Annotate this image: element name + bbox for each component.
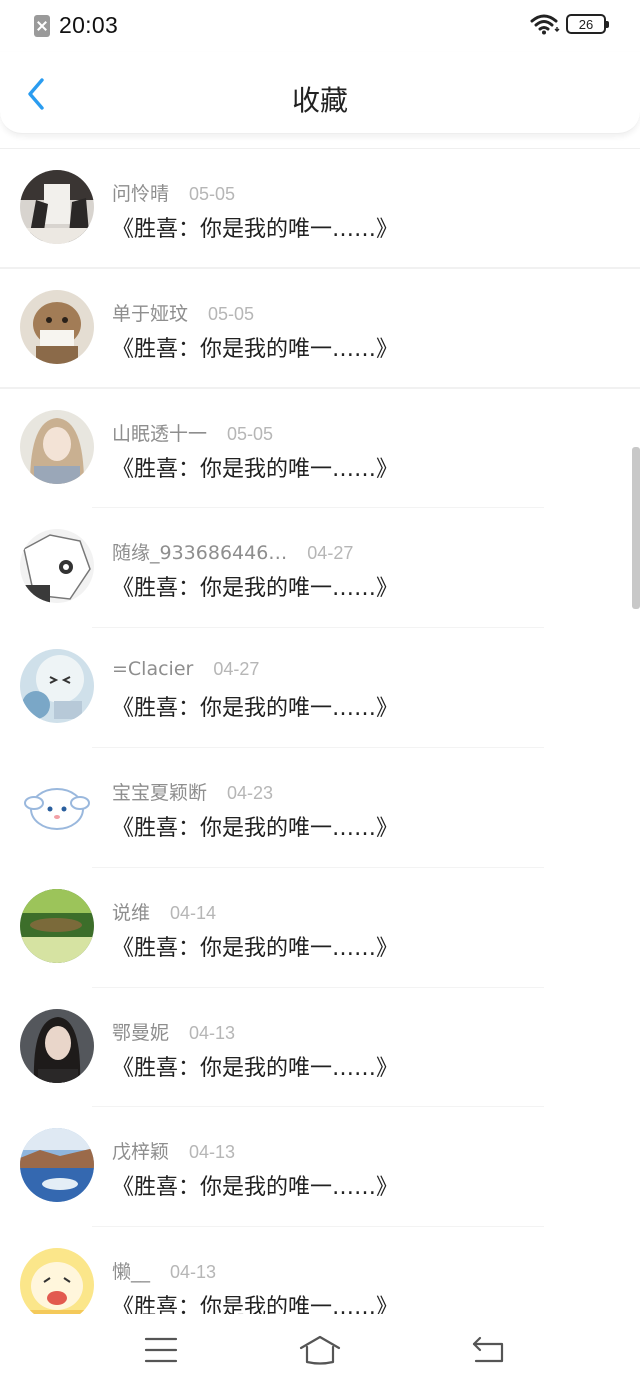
list-item[interactable]: 懒__ 04-13 《胜喜：你是我的唯一……》	[0, 1227, 640, 1314]
home-icon	[299, 1335, 341, 1365]
item-title: 《胜喜：你是我的唯一……》	[112, 456, 399, 482]
notification-close-icon	[34, 14, 50, 37]
item-title: 《胜喜：你是我的唯一……》	[112, 336, 399, 362]
post-date: 04-13	[170, 1262, 217, 1283]
avatar[interactable]	[20, 529, 94, 604]
item-title: 《胜喜：你是我的唯一……》	[112, 1295, 399, 1314]
username: 山眠透十一	[112, 422, 208, 445]
item-title: 《胜喜：你是我的唯一……》	[112, 1175, 399, 1201]
avatar[interactable]	[20, 409, 94, 484]
back-icon	[472, 1336, 504, 1363]
home-button[interactable]	[298, 1334, 342, 1366]
list-item[interactable]: =Clacier 04-27 《胜喜：你是我的唯一……》	[0, 628, 640, 748]
post-date: 04-23	[227, 782, 274, 803]
item-meta: 戊梓颖 04-13	[112, 1137, 235, 1164]
favorites-list: 问怜晴 05-05 《胜喜：你是我的唯一……》 单于娅玟 05-05 《胜喜：你…	[0, 148, 640, 1314]
status-time: 20:03	[59, 12, 119, 38]
username: 说维	[112, 901, 151, 924]
avatar[interactable]	[20, 888, 94, 963]
username: 随缘_933686446…	[112, 542, 288, 565]
avatar[interactable]	[20, 649, 94, 724]
list-item[interactable]: 鄂曼妮 04-13 《胜喜：你是我的唯一……》	[0, 988, 640, 1108]
post-date: 04-27	[307, 543, 354, 564]
post-date: 05-05	[227, 423, 274, 444]
wifi-icon	[530, 14, 560, 35]
item-title: 《胜喜：你是我的唯一……》	[112, 217, 399, 242]
battery-icon: 26	[566, 14, 609, 34]
avatar[interactable]	[20, 1008, 94, 1083]
username: 戊梓颖	[112, 1141, 170, 1164]
scrollbar[interactable]	[632, 447, 640, 609]
item-meta: 随缘_933686446… 04-27	[112, 538, 353, 565]
list-item[interactable]: 山眠透十一 05-05 《胜喜：你是我的唯一……》	[0, 389, 640, 509]
username: 鄂曼妮	[112, 1021, 170, 1044]
avatar[interactable]	[20, 768, 94, 843]
battery-level: 26	[578, 16, 594, 32]
list-item[interactable]: 说维 04-14 《胜喜：你是我的唯一……》	[0, 868, 640, 988]
item-title: 《胜喜：你是我的唯一……》	[112, 696, 399, 722]
item-title: 《胜喜：你是我的唯一……》	[112, 576, 399, 602]
item-meta: 鄂曼妮 04-13	[112, 1018, 235, 1045]
post-date: 05-05	[189, 184, 236, 204]
item-meta: 山眠透十一 05-05	[112, 419, 273, 446]
username: 问怜晴	[112, 183, 170, 205]
status-bar: 20:03 26	[0, 0, 640, 52]
username: 懒__	[112, 1261, 151, 1284]
status-right: 26	[530, 13, 609, 35]
item-meta: 单于娅玟 05-05	[112, 299, 254, 326]
menu-button[interactable]	[141, 1334, 181, 1366]
post-date: 05-05	[208, 303, 255, 324]
header: 收藏	[0, 52, 640, 134]
page-title: 收藏	[291, 84, 348, 117]
item-title: 《胜喜：你是我的唯一……》	[112, 935, 399, 961]
list-item[interactable]: 问怜晴 05-05 《胜喜：你是我的唯一……》	[0, 149, 640, 269]
list-item[interactable]: 宝宝夏颖断 04-23 《胜喜：你是我的唯一……》	[0, 748, 640, 868]
post-date: 04-13	[189, 1022, 236, 1043]
avatar[interactable]	[20, 170, 94, 244]
list-item[interactable]: 单于娅玟 05-05 《胜喜：你是我的唯一……》	[0, 269, 640, 389]
item-meta: 问怜晴 05-05	[112, 179, 235, 206]
post-date: 04-27	[213, 659, 260, 680]
menu-icon	[144, 1337, 178, 1363]
list-item[interactable]: 戊梓颖 04-13 《胜喜：你是我的唯一……》	[0, 1107, 640, 1227]
back-nav-button[interactable]	[469, 1334, 509, 1366]
item-meta: 说维 04-14	[112, 898, 216, 925]
post-date: 04-14	[170, 902, 217, 923]
bottom-nav	[0, 1314, 640, 1387]
item-meta: 宝宝夏颖断 04-23	[112, 778, 273, 805]
item-title: 《胜喜：你是我的唯一……》	[112, 815, 399, 841]
username: 宝宝夏颖断	[112, 781, 208, 804]
avatar[interactable]	[20, 1248, 94, 1314]
item-meta: =Clacier 04-27	[112, 658, 259, 680]
item-meta: 懒__ 04-13	[112, 1257, 216, 1284]
post-date: 04-13	[189, 1142, 236, 1163]
username: =Clacier	[112, 658, 194, 681]
item-title: 《胜喜：你是我的唯一……》	[112, 1055, 399, 1081]
avatar[interactable]	[20, 1128, 94, 1203]
username: 单于娅玟	[112, 302, 189, 325]
avatar[interactable]	[20, 289, 94, 364]
status-left: 20:03	[34, 12, 118, 39]
list-item[interactable]: 随缘_933686446… 04-27 《胜喜：你是我的唯一……》	[0, 508, 640, 628]
